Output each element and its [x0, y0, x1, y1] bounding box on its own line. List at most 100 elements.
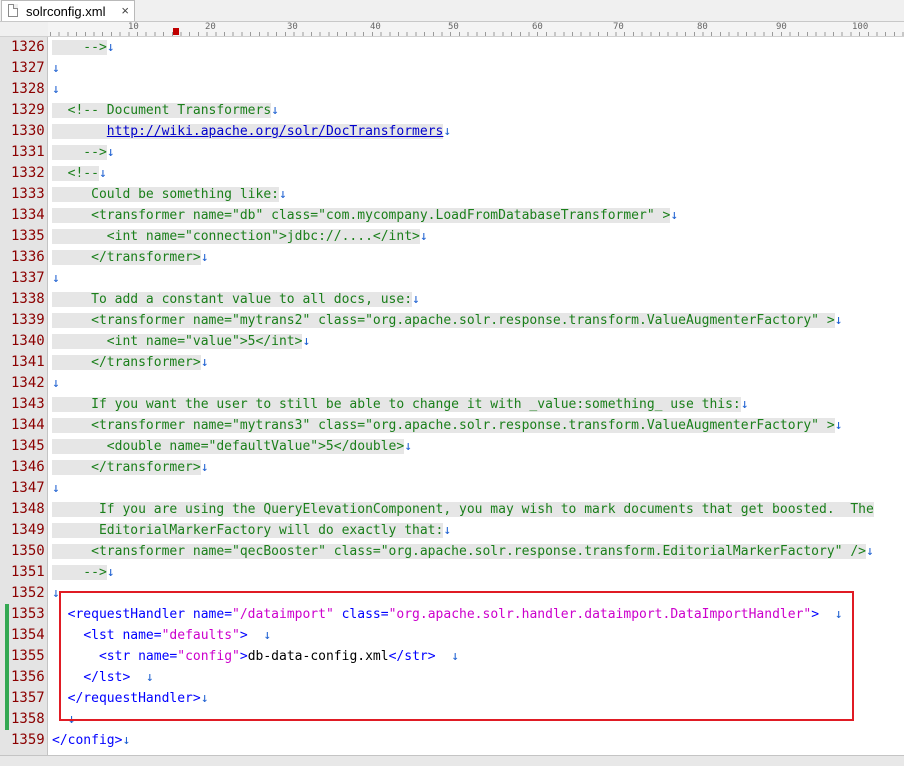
- code-line[interactable]: 1336 </transformer>↓: [0, 247, 904, 268]
- code-line[interactable]: 1348 If you are using the QueryElevation…: [0, 499, 904, 520]
- code-text: ↓: [52, 268, 60, 289]
- eol-marker: ↓: [52, 376, 60, 391]
- eol-marker: ↓: [271, 103, 279, 118]
- code-line[interactable]: 1347 ↓: [0, 478, 904, 499]
- close-icon[interactable]: ×: [121, 3, 129, 18]
- code-line[interactable]: 1351 -->↓: [0, 562, 904, 583]
- eol-marker: ↓: [200, 355, 209, 370]
- line-number: 1333: [11, 186, 45, 202]
- line-number: 1335: [11, 228, 45, 244]
- column-ruler: 10 20 30 40 50 60 70 80 90 100: [0, 22, 904, 37]
- code-line[interactable]: 1327 ↓: [0, 58, 904, 79]
- code-line[interactable]: 1346 </transformer>↓: [0, 457, 904, 478]
- code-text: If you want the user to still be able to…: [52, 394, 749, 415]
- eol-marker: ↓: [419, 229, 428, 244]
- code-line[interactable]: 1338 To add a constant value to all docs…: [0, 289, 904, 310]
- ruler-number: 40: [370, 22, 381, 32]
- code-token: EditorialMarkerFactory will do exactly t…: [52, 523, 444, 538]
- line-number: 1332: [11, 165, 45, 181]
- code-token: -->: [52, 40, 107, 55]
- code-token: -->: [52, 565, 107, 580]
- code-line[interactable]: 1344 <transformer name="mytrans3" class=…: [0, 415, 904, 436]
- eol-marker: ↓: [412, 292, 420, 307]
- code-token: To add a constant value to all docs, use…: [52, 292, 413, 307]
- code-line[interactable]: 1342 ↓: [0, 373, 904, 394]
- code-text: ↓: [52, 58, 60, 79]
- code-text: -->↓: [52, 142, 115, 163]
- line-number: 1348: [11, 501, 45, 517]
- code-token: </transformer>: [52, 250, 201, 265]
- eol-marker: ↓: [834, 313, 843, 328]
- eol-marker: ↓: [443, 523, 452, 538]
- code-line[interactable]: 1350 <transformer name="qecBooster" clas…: [0, 541, 904, 562]
- code-line[interactable]: 1337 ↓: [0, 268, 904, 289]
- ruler-number: 100: [852, 22, 869, 32]
- line-number: 1355: [11, 648, 45, 664]
- code-line[interactable]: 1349 EditorialMarkerFactory will do exac…: [0, 520, 904, 541]
- code-text: </transformer>↓: [52, 457, 209, 478]
- line-number: 1344: [11, 417, 45, 433]
- code-line[interactable]: 1359 </config>↓: [0, 730, 904, 751]
- code-text: <transformer name="mytrans3" class="org.…: [52, 415, 843, 436]
- line-number: 1329: [11, 102, 45, 118]
- code-text: http://wiki.apache.org/solr/DocTransform…: [52, 121, 451, 142]
- code-line[interactable]: 1330 http://wiki.apache.org/solr/DocTran…: [0, 121, 904, 142]
- code-token: <int name="value">5</int>: [52, 334, 303, 349]
- code-text: If you are using the QueryElevationCompo…: [52, 499, 874, 520]
- code-editor[interactable]: 1326 -->↓ 1327 ↓ 1328 ↓ 1329 <!-- Document Tr…: [0, 37, 904, 755]
- code-text: EditorialMarkerFactory will do exactly t…: [52, 520, 451, 541]
- eol-marker: ↓: [52, 61, 60, 76]
- line-number: 1347: [11, 480, 45, 496]
- eol-marker: ↓: [98, 166, 107, 181]
- code-line[interactable]: 1328 ↓: [0, 79, 904, 100]
- code-line[interactable]: 1333 Could be something like:↓: [0, 184, 904, 205]
- code-line[interactable]: 1345 <double name="defaultValue">5</doub…: [0, 436, 904, 457]
- file-icon: [8, 4, 18, 17]
- eol-marker: ↓: [670, 208, 679, 223]
- line-number: 1341: [11, 354, 45, 370]
- eol-marker: ↓: [278, 187, 287, 202]
- code-token: </transformer>: [52, 355, 201, 370]
- line-number: 1353: [11, 606, 45, 622]
- ruler-caret-marker: [173, 28, 179, 35]
- code-token: [52, 124, 107, 139]
- code-token: -->: [52, 145, 107, 160]
- ruler-number: 80: [697, 22, 708, 32]
- line-number: 1351: [11, 564, 45, 580]
- eol-marker: ↓: [200, 460, 209, 475]
- code-text: <transformer name="qecBooster" class="or…: [52, 541, 874, 562]
- code-line[interactable]: 1331 -->↓: [0, 142, 904, 163]
- file-tab[interactable]: solrconfig.xml ×: [1, 0, 135, 21]
- eol-marker: ↓: [52, 82, 60, 97]
- eol-marker: ↓: [106, 40, 115, 55]
- code-line[interactable]: 1334 <transformer name="db" class="com.m…: [0, 205, 904, 226]
- line-number: 1357: [11, 690, 45, 706]
- eol-marker: ↓: [52, 271, 60, 286]
- code-token: <!-- Document Transformers: [52, 103, 272, 118]
- code-line[interactable]: 1332 <!--↓: [0, 163, 904, 184]
- ruler-number: 20: [205, 22, 216, 32]
- code-text: <transformer name="db" class="com.mycomp…: [52, 205, 678, 226]
- code-line[interactable]: 1341 </transformer>↓: [0, 352, 904, 373]
- code-token: <transformer name="qecBooster" class="or…: [52, 544, 866, 559]
- code-line[interactable]: 1340 <int name="value">5</int>↓: [0, 331, 904, 352]
- eol-marker: ↓: [52, 481, 60, 496]
- code-text: </transformer>↓: [52, 247, 209, 268]
- line-number: 1336: [11, 249, 45, 265]
- code-text: </transformer>↓: [52, 352, 209, 373]
- code-token: <transformer name="db" class="com.mycomp…: [52, 208, 671, 223]
- line-number: 1346: [11, 459, 45, 475]
- line-number: 1327: [11, 60, 45, 76]
- code-line[interactable]: 1335 <int name="connection">jdbc://....<…: [0, 226, 904, 247]
- code-token: If you are using the QueryElevationCompo…: [52, 502, 874, 517]
- ruler-gutter: [0, 22, 48, 36]
- code-token: <transformer name="mytrans3" class="org.…: [52, 418, 835, 433]
- code-line[interactable]: 1339 <transformer name="mytrans2" class=…: [0, 310, 904, 331]
- code-line[interactable]: 1329 <!-- Document Transformers↓: [0, 100, 904, 121]
- code-text: <transformer name="mytrans2" class="org.…: [52, 310, 843, 331]
- line-number: 1349: [11, 522, 45, 538]
- code-line[interactable]: 1343 If you want the user to still be ab…: [0, 394, 904, 415]
- code-token: Could be something like:: [52, 187, 279, 202]
- code-token: <!--: [52, 166, 99, 181]
- code-line[interactable]: 1326 -->↓: [0, 37, 904, 58]
